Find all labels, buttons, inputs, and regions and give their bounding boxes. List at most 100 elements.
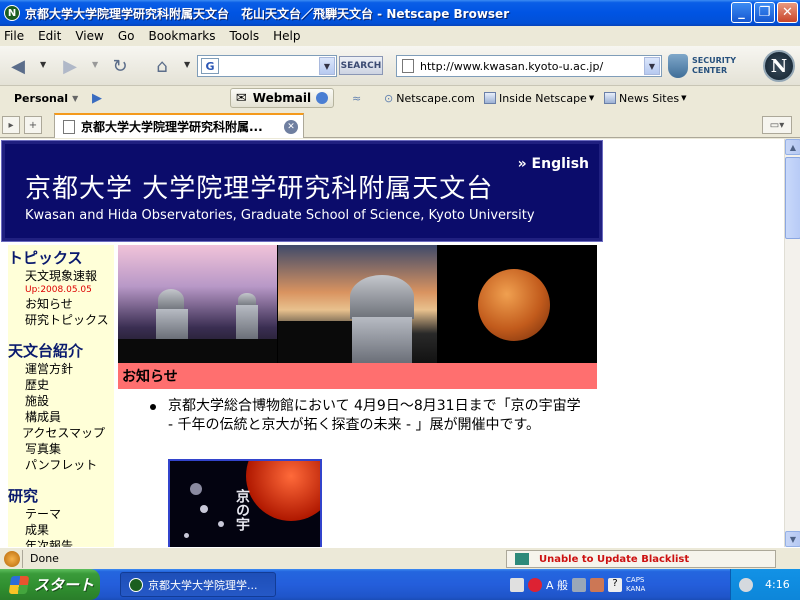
window-titlebar[interactable]: N 京都大学大学院理学研究科附属天文台 花山天文台／飛騨天文台 - Netsca… <box>0 0 800 26</box>
tab-bar: ▸ + 京都大学大学院理学研究科附属... ✕ ▭▾ <box>0 110 800 138</box>
envelope-icon: ✉ <box>235 90 247 106</box>
caps-label: CAPS <box>626 575 645 584</box>
page-viewport: 京都大学 大学院理学研究科附属天文台 Kwasan and Hida Obser… <box>0 139 784 547</box>
windows-taskbar: スタート 京都大学大学院理学... A 般 ? CAPS KANA 4:16 <box>0 569 800 600</box>
header-title-jp: 京都大学 大学院理学研究科附属天文台 <box>25 174 494 204</box>
security-center-button[interactable]: SECURITY CENTER <box>668 54 738 78</box>
ime-toolbar: A 般 ? CAPS KANA <box>510 574 645 595</box>
netscape-com-link[interactable]: ⊙ Netscape.com <box>384 92 475 105</box>
sidebar-item-themes[interactable]: テーマ <box>8 506 114 522</box>
taskbar-window-title: 京都大学大学院理学... <box>148 578 258 592</box>
sidebar-toggle-icon[interactable]: ▶ <box>92 91 102 106</box>
inside-netscape-label: Inside Netscape <box>499 91 587 105</box>
search-button[interactable]: SEARCH <box>339 56 383 75</box>
research-heading[interactable]: 研究 <box>8 485 114 506</box>
news-heading-bar: お知らせ <box>118 363 597 389</box>
status-text: Done <box>30 552 59 565</box>
forward-arrow-icon[interactable]: ▶ <box>58 54 82 78</box>
back-arrow-icon[interactable]: ◀ <box>6 54 30 78</box>
keyboard-icon[interactable] <box>510 577 524 592</box>
news-sites-label: News Sites <box>619 91 680 105</box>
sidebar-item-notices[interactable]: お知らせ <box>8 296 114 312</box>
reload-icon[interactable]: ↻ <box>108 54 132 78</box>
folder-icon <box>484 92 496 104</box>
poster-title: 京の宇 <box>234 489 250 531</box>
new-tab-button[interactable]: + <box>24 116 42 134</box>
double-chevron-icon: » <box>517 156 527 172</box>
url-text[interactable]: http://www.kwasan.kyoto-u.ac.jp/ <box>420 60 603 73</box>
url-dropdown[interactable]: ▼ <box>644 57 660 75</box>
netscape-com-icon: ≈ <box>352 91 362 105</box>
help-icon[interactable]: ? <box>608 577 623 592</box>
personal-menu[interactable]: Personal ▼ <box>14 92 78 105</box>
sidebar-item-results[interactable]: 成果 <box>8 522 114 538</box>
sidebar-item-facilities[interactable]: 施設 <box>8 393 114 409</box>
tab-list-icon[interactable]: ▭▾ <box>762 116 792 134</box>
home-icon[interactable]: ⌂ <box>150 54 174 78</box>
scroll-thumb[interactable] <box>785 157 800 239</box>
sidebar-item-research-topics[interactable]: 研究トピックス <box>8 312 114 328</box>
ime-icon[interactable] <box>528 577 542 592</box>
tab-title: 京都大学大学院理学研究科附属... <box>81 120 263 134</box>
webmail-button[interactable]: ✉ Webmail <box>230 88 334 108</box>
tool-icon[interactable] <box>590 577 605 592</box>
restore-button[interactable]: ❐ <box>754 2 775 23</box>
english-link-label: English <box>531 156 589 172</box>
topics-heading[interactable]: トピックス <box>8 247 114 268</box>
tab-close-icon[interactable]: ✕ <box>284 120 298 134</box>
netscape-logo-icon[interactable]: N <box>763 50 795 82</box>
menu-view[interactable]: View <box>75 29 103 43</box>
sidebar-item-members[interactable]: 構成員 <box>8 409 114 425</box>
menu-tools[interactable]: Tools <box>230 29 260 43</box>
window-controls: _ ❐ ✕ <box>731 2 798 23</box>
sidebar-item-annual-report[interactable]: 年次報告 <box>8 538 114 547</box>
menu-file[interactable]: File <box>4 29 24 43</box>
exhibition-poster-image[interactable]: 京の宇 <box>168 459 322 547</box>
site-sidebar: トピックス 天文現象速報 Up:2008.05.05 お知らせ 研究トピックス … <box>8 245 114 547</box>
home-dropdown-icon[interactable]: ▼ <box>184 60 190 69</box>
ime-mode[interactable]: A 般 <box>546 577 568 593</box>
sidebar-item-astronomy-news[interactable]: 天文現象速報 <box>8 268 114 284</box>
menu-help[interactable]: Help <box>273 29 300 43</box>
chevron-down-icon: ▼ <box>681 94 687 102</box>
sidebar-item-access-map[interactable]: アクセスマップ <box>8 425 114 441</box>
personal-toolbar: Personal ▼ ▶ ✉ Webmail ≈ ⊙ Netscape.com … <box>0 86 800 110</box>
url-bar[interactable]: http://www.kwasan.kyoto-u.ac.jp/ ▼ <box>396 55 662 77</box>
inside-netscape-folder[interactable]: Inside Netscape ▼ <box>484 92 594 105</box>
english-link[interactable]: » English <box>518 156 589 172</box>
clock[interactable]: 4:16 <box>765 578 790 591</box>
sidebar-item-policy[interactable]: 運営方針 <box>8 361 114 377</box>
search-engine-dropdown[interactable]: ▼ <box>319 57 335 75</box>
search-input[interactable]: G ▼ <box>197 55 337 77</box>
system-tray: 4:16 <box>730 569 800 600</box>
bullet-icon <box>150 404 156 410</box>
sidebar-item-photos[interactable]: 写真集 <box>8 441 114 457</box>
menu-edit[interactable]: Edit <box>38 29 61 43</box>
sidebar-item-pamphlet[interactable]: パンフレット <box>8 457 114 473</box>
taskbar-netscape-window[interactable]: 京都大学大学院理学... <box>120 572 276 597</box>
netscape-com-label: Netscape.com <box>396 91 475 105</box>
start-button[interactable]: スタート <box>0 569 100 600</box>
scroll-up-icon[interactable]: ▲ <box>785 139 800 155</box>
forward-dropdown-icon[interactable]: ▼ <box>92 60 98 69</box>
news-item[interactable]: 京都大学総合博物館において 4月9日〜8月31日まで「京の宇宙学 - 千年の伝統… <box>168 397 588 435</box>
observatory-dusk-photo <box>118 245 277 363</box>
close-button[interactable]: ✕ <box>777 2 798 23</box>
blacklist-warning[interactable]: Unable to Update Blacklist <box>506 550 776 568</box>
tab-active[interactable]: 京都大学大学院理学研究科附属... ✕ <box>54 113 304 138</box>
blacklist-text: Unable to Update Blacklist <box>539 553 690 565</box>
netscape-status-icon[interactable] <box>4 551 20 567</box>
tab-scroll-left-icon[interactable]: ▸ <box>2 116 20 134</box>
menu-bookmarks[interactable]: Bookmarks <box>148 29 215 43</box>
minimize-button[interactable]: _ <box>731 2 752 23</box>
intro-heading[interactable]: 天文台紹介 <box>8 340 114 361</box>
ime-pad-icon[interactable] <box>572 577 587 592</box>
volume-icon[interactable] <box>739 577 753 592</box>
google-search-engine-icon[interactable]: G <box>201 58 219 74</box>
sidebar-item-history[interactable]: 歴史 <box>8 377 114 393</box>
vertical-scrollbar[interactable]: ▲ ▼ <box>784 139 800 547</box>
news-sites-folder[interactable]: News Sites ▼ <box>604 92 686 105</box>
menu-go[interactable]: Go <box>118 29 135 43</box>
scroll-down-icon[interactable]: ▼ <box>785 531 800 547</box>
back-dropdown-icon[interactable]: ▼ <box>40 60 46 69</box>
